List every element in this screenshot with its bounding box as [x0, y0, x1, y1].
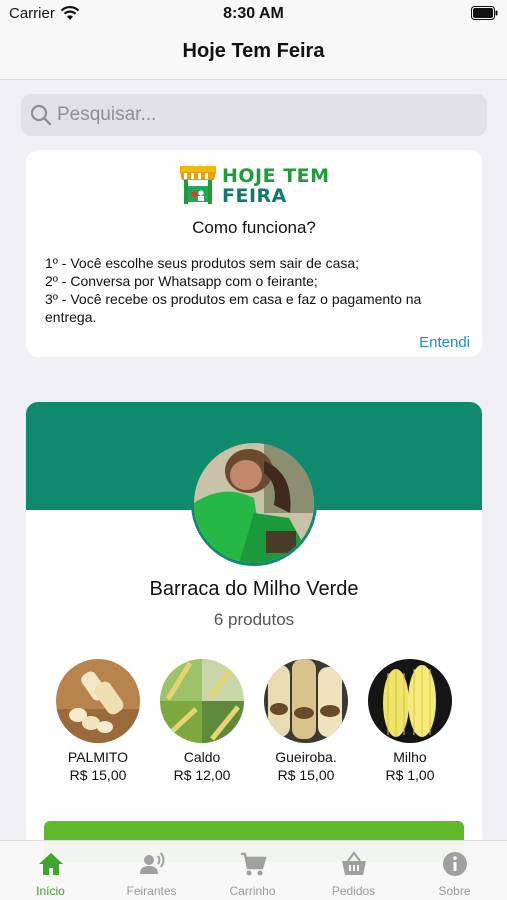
logo-line-2: FEIRA — [222, 185, 287, 207]
market-stall-icon — [180, 166, 216, 204]
search-bar[interactable] — [21, 94, 487, 136]
vendor-avatar[interactable] — [191, 440, 317, 566]
tab-label: Sobre — [438, 884, 471, 898]
step-3: 3º - Você recebe os produtos em casa e f… — [45, 291, 422, 325]
how-it-works-card: HOJE TEM FEIRA Como funciona? 1º - Você … — [26, 150, 482, 357]
product-price: R$ 15,00 — [277, 767, 335, 783]
vendor-card[interactable]: Barraca do Milho Verde 6 produtos PALMIT… — [26, 402, 482, 862]
vendor-icon — [140, 852, 165, 874]
how-it-works-title: Como funciona? — [192, 218, 316, 237]
page-title: Hoje Tem Feira — [182, 40, 325, 62]
product-photo-gueiroba — [264, 659, 348, 743]
info-icon — [443, 852, 467, 876]
search-icon — [30, 104, 52, 126]
tab-label: Início — [36, 884, 65, 898]
product-name: Milho — [393, 749, 427, 765]
understood-button[interactable]: Entendi — [419, 334, 470, 351]
step-2: 2º - Conversa por Whatsapp com o feirant… — [45, 273, 318, 289]
product-price: R$ 12,00 — [173, 767, 231, 783]
vendor-photo — [194, 443, 314, 563]
product-item[interactable]: Caldo R$ 12,00 — [152, 659, 252, 783]
navigation-bar: Hoje Tem Feira — [0, 28, 507, 80]
tab-carrinho[interactable]: Carrinho — [202, 841, 303, 900]
tab-bar: Início Feirantes Carrinho Pedidos Sobre — [0, 840, 507, 900]
hoje-tem-feira-logo: HOJE TEM FEIRA — [178, 164, 333, 210]
cart-icon — [241, 852, 267, 876]
tab-label: Carrinho — [229, 884, 276, 898]
tab-label: Pedidos — [331, 884, 376, 898]
product-name: Gueiroba. — [275, 749, 337, 765]
step-1: 1º - Você escolhe seus produtos sem sair… — [45, 255, 360, 271]
search-input[interactable] — [57, 94, 477, 136]
product-photo-milho — [368, 659, 452, 743]
product-photo-caldo — [160, 659, 244, 743]
product-price: R$ 15,00 — [69, 767, 127, 783]
product-price: R$ 1,00 — [385, 767, 435, 783]
tab-label: Feirantes — [126, 884, 177, 898]
logo-line-1: HOJE TEM — [222, 165, 330, 187]
tab-feirantes[interactable]: Feirantes — [101, 841, 202, 900]
clock: 8:30 AM — [223, 5, 284, 22]
basket-icon — [342, 851, 366, 875]
product-item[interactable]: Gueiroba. R$ 15,00 — [256, 659, 356, 783]
product-count: 6 produtos — [213, 610, 295, 629]
product-name: PALMITO — [67, 749, 129, 765]
status-bar: Carrier 8:30 AM — [0, 0, 507, 28]
product-photo-palmito — [56, 659, 140, 743]
logo-wordmark: HOJE TEM FEIRA — [222, 166, 330, 206]
product-name: Caldo — [183, 749, 221, 765]
steps-list: 1º - Você escolhe seus produtos sem sair… — [45, 254, 465, 326]
product-item[interactable]: PALMITO R$ 15,00 — [48, 659, 148, 783]
home-icon — [39, 853, 63, 875]
tab-pedidos[interactable]: Pedidos — [303, 841, 404, 900]
vendor-name[interactable]: Barraca do Milho Verde — [26, 578, 482, 601]
tab-inicio[interactable]: Início — [0, 841, 101, 900]
tab-sobre[interactable]: Sobre — [404, 841, 505, 900]
battery-icon — [471, 6, 498, 20]
product-item[interactable]: Milho R$ 1,00 — [360, 659, 460, 783]
